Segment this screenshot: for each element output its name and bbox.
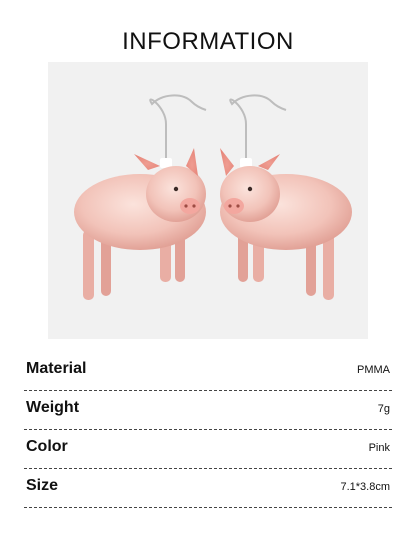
spec-label: Weight — [26, 399, 80, 416]
spec-row-weight: Weight 7g — [24, 391, 392, 430]
product-image — [48, 62, 368, 339]
spec-row-color: Color Pink — [24, 430, 392, 469]
spec-row-size: Size 7.1*3.8cm — [24, 469, 392, 508]
spec-row-material: Material PMMA — [24, 352, 392, 391]
right-pig-earring — [220, 94, 352, 300]
spec-value: PMMA — [357, 364, 390, 376]
spec-label: Size — [26, 477, 59, 494]
left-pig-earring — [74, 94, 207, 300]
spec-label: Material — [26, 360, 87, 377]
spec-label: Color — [26, 438, 68, 455]
spec-table: Material PMMA Weight 7g Color Pink Size … — [24, 352, 392, 508]
spec-value: 7.1*3.8cm — [340, 481, 390, 493]
spec-value: Pink — [368, 442, 390, 454]
spec-value: 7g — [377, 403, 390, 415]
page-title: INFORMATION — [122, 28, 294, 55]
